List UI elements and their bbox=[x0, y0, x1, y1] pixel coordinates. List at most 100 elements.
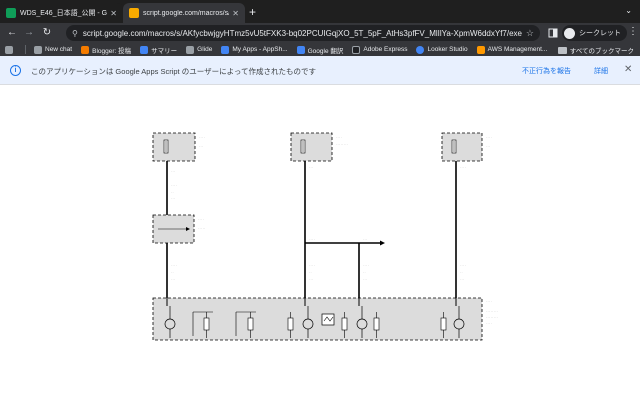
tab-script-google[interactable]: script.google.com/macros/s/ ✕ bbox=[123, 3, 245, 23]
svg-text:· · ·: · · · bbox=[363, 238, 367, 241]
tab-strip: WDS_E46_日本語_公開 - Goog ✕ script.google.co… bbox=[0, 0, 640, 23]
chevron-down-icon[interactable]: ⌄ bbox=[625, 6, 632, 15]
svg-text:· ·: · · bbox=[309, 271, 312, 274]
fine-print: · · · · bbox=[486, 300, 492, 303]
address-bar[interactable]: ⚲ script.google.com/macros/s/AKfycbwjgyH… bbox=[66, 25, 540, 41]
svg-text:· · · ·: · · · · bbox=[309, 238, 315, 241]
all-bookmarks-button[interactable]: すべてのブックマーク bbox=[557, 45, 634, 55]
bookmark-blogger[interactable]: Blogger: 投稿 bbox=[81, 45, 131, 55]
looker-icon bbox=[416, 45, 425, 54]
bookmark-appsheet[interactable]: My Apps - AppSh... bbox=[221, 45, 288, 54]
svg-text:· · ·: · · · bbox=[171, 278, 175, 281]
fine-print: · · · bbox=[486, 145, 490, 148]
bookmark-new-chat[interactable]: New chat bbox=[34, 45, 73, 54]
incognito-profile-button[interactable]: シークレット bbox=[562, 25, 627, 41]
apps-script-favicon-icon bbox=[129, 8, 139, 18]
appsheet-icon bbox=[221, 45, 230, 54]
glide-icon bbox=[186, 45, 195, 54]
tab-title: WDS_E46_日本語_公開 - Goog bbox=[20, 10, 108, 17]
svg-text:· ·: · · bbox=[363, 271, 366, 274]
analytics-icon bbox=[140, 45, 149, 54]
blogger-icon bbox=[81, 45, 90, 54]
fine-print: · · · · · · · · bbox=[486, 310, 498, 313]
info-icon: i bbox=[10, 65, 21, 76]
fine-print: · · · · · bbox=[198, 227, 205, 230]
fine-print: · · · · bbox=[198, 218, 204, 221]
aws-icon bbox=[476, 45, 485, 54]
chat-icon bbox=[34, 45, 42, 54]
folder-icon bbox=[557, 46, 567, 54]
apps-script-warning-bar: i このアプリケーションは Google Apps Script のユーザーによ… bbox=[0, 56, 640, 85]
svg-text:· · · ·: · · · · bbox=[460, 264, 466, 267]
bookmark-summary[interactable]: サマリー bbox=[140, 45, 177, 55]
svg-text:· · · ·: · · · · bbox=[460, 166, 466, 169]
svg-text:· · · ·: · · · · bbox=[171, 184, 177, 187]
incognito-label: シークレット bbox=[579, 30, 621, 37]
fine-print: · · · · bbox=[199, 136, 205, 139]
wire-labels: · · · · · · · · · · · · · · · · · · · · … bbox=[171, 166, 466, 281]
divider bbox=[25, 45, 26, 54]
bookmark-label: Blogger: 投稿 bbox=[92, 47, 132, 55]
warning-message: このアプリケーションは Google Apps Script のユーザーによって… bbox=[31, 67, 316, 76]
more-menu-icon[interactable]: ⋮ bbox=[628, 26, 638, 37]
bookmark-label: My Apps - AppSh... bbox=[232, 46, 288, 53]
forward-icon[interactable]: → bbox=[22, 26, 36, 40]
wiring-diagram: · · · · · · · · · · · · · · · · · · · · … bbox=[152, 132, 498, 341]
new-tab-button[interactable]: + bbox=[249, 5, 256, 19]
adobe-icon bbox=[352, 45, 361, 54]
all-bookmarks-label: すべてのブックマーク bbox=[569, 48, 634, 55]
translate-icon bbox=[296, 45, 305, 54]
svg-text:· ·: · · bbox=[171, 191, 174, 194]
browser-window: WDS_E46_日本語_公開 - Goog ✕ script.google.co… bbox=[0, 0, 640, 400]
page-content: · · · · · · · · · · · · · · · · · · · · … bbox=[0, 85, 640, 400]
bookmark-label: Looker Studio bbox=[427, 46, 468, 53]
relay-box-left[interactable] bbox=[152, 214, 195, 244]
report-abuse-link[interactable]: 不正行為を報告 bbox=[522, 66, 571, 76]
fine-print: · · · · bbox=[486, 136, 492, 139]
bookmark-glide[interactable]: Glide bbox=[186, 45, 213, 54]
bookmark-label: Glide bbox=[197, 46, 213, 53]
bookmark-apps[interactable] bbox=[5, 45, 16, 54]
svg-text:· · ·: · · · bbox=[363, 278, 367, 281]
svg-text:· ·: · · bbox=[460, 271, 463, 274]
svg-text:· · ·: · · · bbox=[309, 166, 313, 169]
details-link[interactable]: 詳細 bbox=[594, 66, 608, 76]
connector-box-top-middle[interactable] bbox=[290, 132, 333, 162]
control-module-box[interactable] bbox=[152, 297, 483, 341]
incognito-icon bbox=[564, 27, 575, 39]
close-icon[interactable]: ✕ bbox=[232, 9, 239, 18]
close-icon[interactable]: ✕ bbox=[624, 64, 632, 75]
fine-print: · · · · bbox=[486, 322, 492, 325]
fine-print: · · · · · · · · bbox=[486, 316, 498, 319]
bookmark-aws[interactable]: AWS Management... bbox=[476, 45, 548, 54]
bookmark-adobe-express[interactable]: Adobe Express bbox=[352, 45, 408, 54]
bookmark-label: New chat bbox=[45, 46, 73, 53]
bookmark-label: AWS Management... bbox=[487, 46, 548, 53]
bookmarks-bar: New chat Blogger: 投稿 サマリー Glide My Apps … bbox=[0, 43, 640, 56]
fine-print: · · · bbox=[199, 145, 203, 148]
site-info-icon[interactable]: ⚲ bbox=[72, 29, 78, 38]
svg-text:· · ·: · · · bbox=[309, 278, 313, 281]
connector-box-top-right[interactable] bbox=[441, 132, 483, 162]
bookmark-star-icon[interactable]: ☆ bbox=[526, 28, 534, 39]
bookmark-google-translate[interactable]: Google 翻訳 bbox=[296, 45, 344, 55]
svg-text:· · ·: · · · bbox=[171, 197, 175, 200]
bookmark-label: Google 翻訳 bbox=[307, 47, 344, 55]
side-panel-icon[interactable] bbox=[548, 26, 558, 40]
tab-wds-e46[interactable]: WDS_E46_日本語_公開 - Goog ✕ bbox=[0, 3, 123, 23]
bookmark-label: サマリー bbox=[151, 47, 178, 55]
bookmark-looker-studio[interactable]: Looker Studio bbox=[416, 45, 468, 54]
bookmark-label: Adobe Express bbox=[363, 46, 408, 53]
svg-text:· ·: · · bbox=[171, 271, 174, 274]
toolbar: ← → ↻ ⚲ script.google.com/macros/s/AKfyc… bbox=[0, 23, 640, 43]
reload-icon[interactable]: ↻ bbox=[40, 26, 54, 40]
back-icon[interactable]: ← bbox=[5, 26, 19, 40]
close-icon[interactable]: ✕ bbox=[110, 9, 117, 18]
svg-text:· · · ·: · · · · bbox=[171, 264, 177, 267]
tab-title: script.google.com/macros/s/ bbox=[143, 9, 230, 17]
apps-grid-icon bbox=[5, 45, 13, 54]
svg-text:· · ·: · · · bbox=[171, 170, 175, 173]
connector-box-top-left[interactable] bbox=[152, 132, 196, 162]
svg-text:· · ·: · · · bbox=[460, 278, 464, 281]
fine-print: · · · · bbox=[336, 136, 342, 139]
